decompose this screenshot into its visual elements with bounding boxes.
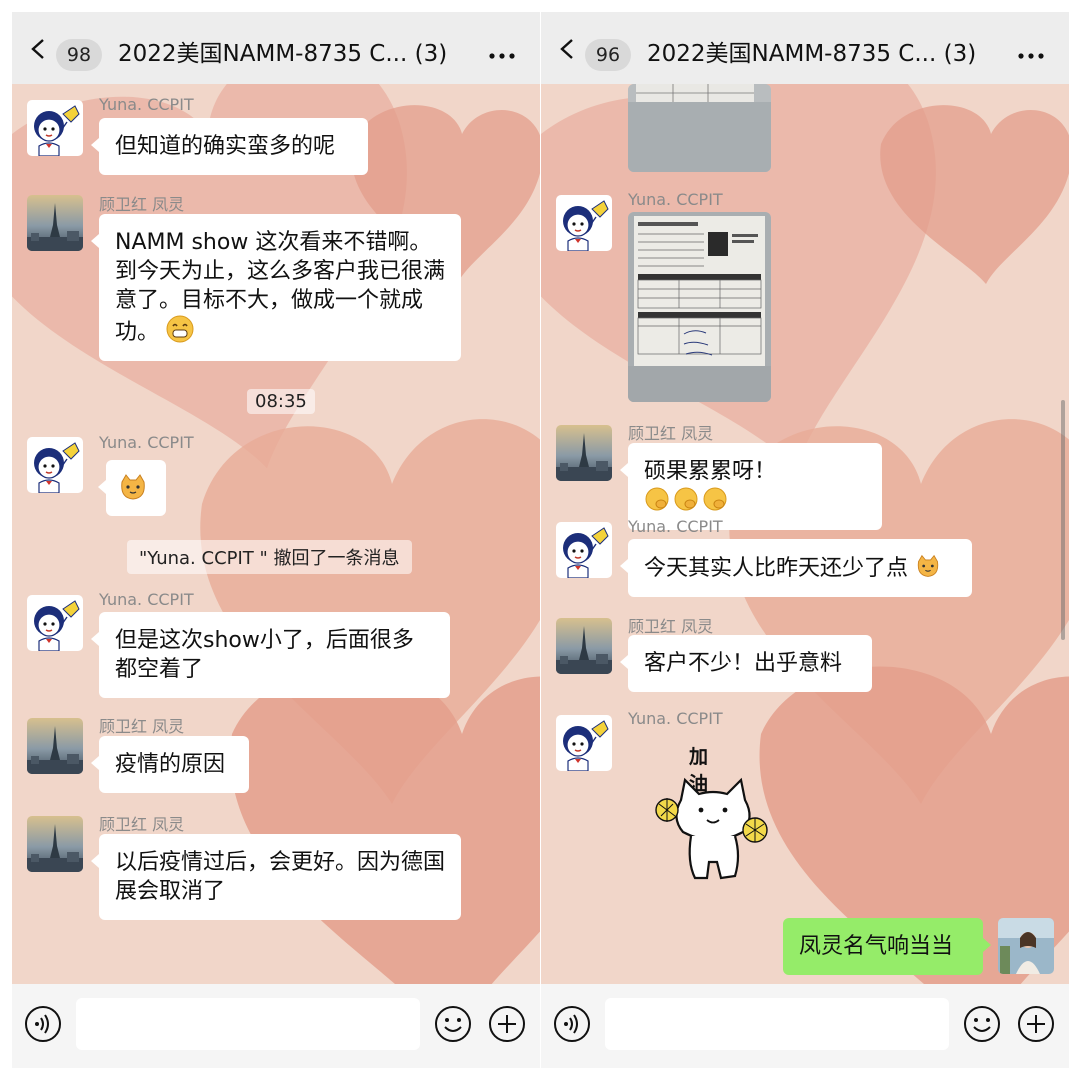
smiley-icon[interactable] [434,1005,472,1043]
sender-name: 顾卫红 凤灵 [628,617,714,636]
plus-icon[interactable] [1017,1005,1055,1043]
my-message-bubble[interactable]: 凤灵名气响当当 [783,918,991,975]
sender-name: Yuna. CCPIT [628,517,723,536]
sender-name: Yuna. CCPIT [99,590,194,609]
grinning-emoji-icon [166,315,194,343]
message-bubble[interactable]: 以后疫情过后，会更好。因为德国展会取消了 [91,834,461,920]
my-avatar[interactable] [998,918,1054,974]
image-message[interactable] [628,212,771,402]
avatar[interactable] [556,715,612,771]
message-bubble[interactable]: NAMM show 这次看来不错啊。到今天为止，这么多客户我已很满意了。目标不大… [91,214,461,361]
sender-name: Yuna. CCPIT [628,190,723,209]
chat-header: 96 2022美国NAMM-8735 C... (3) [541,12,1069,84]
avatar[interactable] [556,425,612,481]
chevron-left-icon[interactable] [30,38,46,60]
form-photo-partial [628,84,771,172]
image-message[interactable] [628,84,771,172]
message-input[interactable] [605,998,949,1050]
recall-notice: "Yuna. CCPIT " 撤回了一条消息 [127,540,412,574]
sender-name: Yuna. CCPIT [628,709,723,728]
avatar[interactable] [27,437,83,493]
message-input[interactable] [76,998,420,1050]
sender-name: Yuna. CCPIT [99,95,194,114]
chevron-left-icon[interactable] [559,38,575,60]
sender-name: 顾卫红 凤灵 [628,424,714,443]
unread-count-badge[interactable]: 96 [585,39,631,71]
plus-icon[interactable] [488,1005,526,1043]
more-dots-icon[interactable] [1017,52,1045,60]
lead-form-photo [628,212,771,402]
message-text: 硕果累累呀！ [644,459,777,484]
voice-icon[interactable] [24,1005,62,1043]
avatar[interactable] [27,816,83,872]
input-bar [12,984,540,1068]
sender-name: 顾卫红 凤灵 [99,815,185,834]
sender-name: 顾卫红 凤灵 [99,717,185,736]
chat-panel-right: 96 2022美国NAMM-8735 C... (3) Yuna. CCPIT [541,12,1069,1068]
chat-panel-left: 98 2022美国NAMM-8735 C... (3) Yuna. CCPIT … [12,12,540,1068]
time-stamp: 08:35 [247,389,315,414]
message-bubble[interactable]: 疫情的原因 [91,736,249,793]
clapping-face-emoji-icon [645,487,727,511]
message-bubble[interactable]: 今天其实人比昨天还少了点 [620,539,972,597]
message-bubble[interactable]: 但是这次show小了，后面很多都空着了 [91,612,450,698]
chat-header: 98 2022美国NAMM-8735 C... (3) [12,12,540,84]
chat-title: 2022美国NAMM-8735 C... (3) [647,41,977,67]
avatar[interactable] [27,100,83,156]
avatar[interactable] [556,195,612,251]
avatar[interactable] [556,618,612,674]
unread-count-badge[interactable]: 98 [56,39,102,71]
message-text: 今天其实人比昨天还少了点 [644,556,909,581]
cheer-cat-sticker[interactable] [651,770,781,890]
cat-face-emoji-icon [917,554,939,577]
smiley-icon[interactable] [963,1005,1001,1043]
avatar[interactable] [27,595,83,651]
message-bubble[interactable] [98,460,166,516]
avatar[interactable] [27,195,83,251]
message-text: NAMM show 这次看来不错啊。到今天为止，这么多客户我已很满意了。目标不大… [115,230,446,345]
avatar[interactable] [556,522,612,578]
sender-name: 顾卫红 凤灵 [99,195,185,214]
chat-title: 2022美国NAMM-8735 C... (3) [118,41,448,67]
sender-name: Yuna. CCPIT [99,433,194,452]
message-bubble[interactable]: 但知道的确实蛮多的呢 [91,118,368,175]
voice-icon[interactable] [553,1005,591,1043]
avatar[interactable] [27,718,83,774]
input-bar [541,984,1069,1068]
cat-face-emoji-icon [121,474,145,500]
heart-wallpaper [541,84,1069,984]
scrollbar-thumb[interactable] [1061,400,1065,640]
message-bubble[interactable]: 客户不少！出乎意料 [620,635,872,692]
more-dots-icon[interactable] [488,52,516,60]
